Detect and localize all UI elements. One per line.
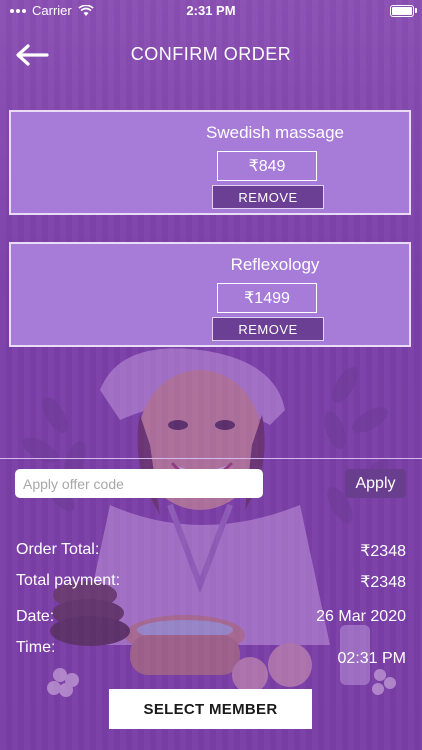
service-name: Swedish massage <box>206 123 344 142</box>
page-title: CONFIRM ORDER <box>130 44 292 64</box>
status-time: 2:31 PM <box>186 3 236 18</box>
offer-code-input[interactable] <box>15 469 263 498</box>
service-price: ₹1499 <box>217 283 317 313</box>
service-card: Swedish massage ₹849 REMOVE <box>9 110 411 215</box>
remove-button[interactable]: REMOVE <box>212 317 324 341</box>
total-payment-value: ₹2348 <box>360 574 406 591</box>
date-label: Date: <box>16 608 55 625</box>
select-member-button[interactable]: SELECT MEMBER <box>109 689 312 729</box>
divider <box>0 458 422 459</box>
remove-button[interactable]: REMOVE <box>212 185 324 209</box>
time-label: Time: <box>16 639 56 656</box>
order-total-label: Order Total: <box>16 541 100 558</box>
time-value: 02:31 PM <box>337 650 406 667</box>
status-bar: Carrier 2:31 PM <box>0 0 422 22</box>
total-payment-label: Total payment: <box>16 572 121 589</box>
date-value: 26 Mar 2020 <box>316 608 406 625</box>
battery-icon <box>390 5 417 17</box>
header: CONFIRM ORDER <box>0 30 422 78</box>
order-total-value: ₹2348 <box>360 543 406 560</box>
apply-button[interactable]: Apply <box>345 469 406 498</box>
service-name: Reflexology <box>230 255 320 274</box>
service-card: Reflexology ₹1499 REMOVE <box>9 242 411 347</box>
service-price: ₹849 <box>217 151 317 181</box>
